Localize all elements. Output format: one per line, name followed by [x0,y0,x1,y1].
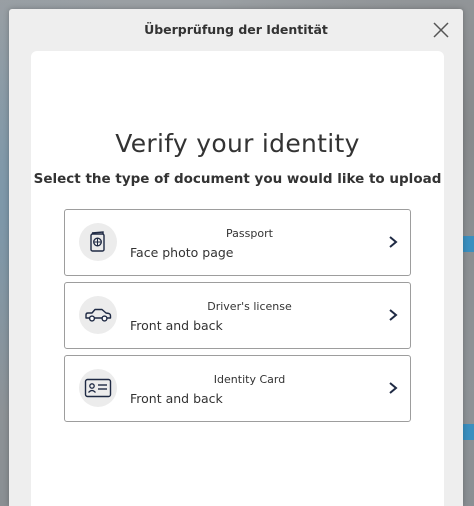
option-passport[interactable]: Passport Face photo page [64,209,411,276]
option-title: Passport [226,227,273,240]
car-icon [85,308,112,322]
chevron-right-icon [389,309,398,321]
identity-verification-modal: Überprüfung der Identität Verify your id… [9,9,463,506]
id-card-icon [84,378,112,398]
modal-header: Überprüfung der Identität [9,9,463,51]
chevron-right-icon [389,382,398,394]
chevron-right-icon [389,236,398,248]
background-accent [462,236,474,252]
car-icon-circle [79,296,117,334]
passport-icon-circle [79,223,117,261]
option-subtitle: Front and back [130,318,223,333]
option-subtitle: Face photo page [130,245,234,260]
option-title: Driver's license [207,300,292,313]
page-subheading: Select the type of document you would li… [33,171,442,187]
option-identity-card[interactable]: Identity Card Front and back [64,355,411,422]
modal-title: Überprüfung der Identität [144,22,328,37]
content-card: Verify your identity Select the type of … [31,51,444,506]
option-drivers-license[interactable]: Driver's license Front and back [64,282,411,349]
option-title: Identity Card [213,373,286,386]
option-subtitle: Front and back [130,391,223,406]
page-heading: Verify your identity [115,129,360,158]
passport-icon [90,231,105,252]
close-button[interactable] [431,20,451,40]
id-card-icon-circle [79,369,117,407]
background-accent [462,424,474,440]
close-icon [433,22,449,38]
